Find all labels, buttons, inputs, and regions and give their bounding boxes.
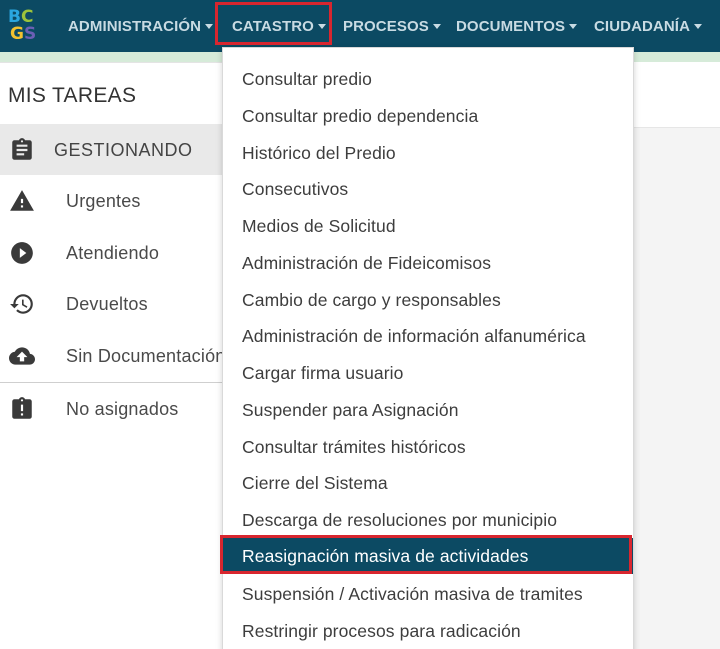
menu-item-consultar-predio[interactable]: Consultar predio xyxy=(223,61,633,97)
menu-item-consultar-predio-dependencia[interactable]: Consultar predio dependencia xyxy=(223,98,633,134)
caret-down-icon xyxy=(317,23,326,29)
menu-item-label: Histórico del Predio xyxy=(242,142,396,163)
menu-item-label: Medios de Solicitud xyxy=(242,215,396,236)
menu-item-label: Cargar firma usuario xyxy=(242,362,404,383)
sidebar-item-sin-documentacion[interactable]: Sin Documentación xyxy=(0,330,240,382)
logo-letter-s: S xyxy=(23,24,37,44)
sidebar-item-gestionando[interactable]: GESTIONANDO xyxy=(0,124,240,176)
menu-item-label: Restringir procesos para radicación xyxy=(242,620,521,641)
play-circle-icon xyxy=(11,242,33,264)
nav-documentos-label: DOCUMENTOS xyxy=(456,17,566,35)
main-content-area xyxy=(632,128,720,649)
menu-item-label: Cierre del Sistema xyxy=(242,472,388,493)
menu-item-descarga-resoluciones[interactable]: Descarga de resoluciones por municipio xyxy=(223,502,633,538)
menu-item-administracion-fideicomisos[interactable]: Administración de Fideicomisos xyxy=(223,245,633,281)
sidebar-item-urgentes[interactable]: Urgentes xyxy=(0,175,240,227)
nav-administracion-label: ADMINISTRACIÓN xyxy=(68,17,202,35)
sidebar-item-atendiendo[interactable]: Atendiendo xyxy=(0,227,240,279)
app-root: BC GS ADMINISTRACIÓN CATASTRO PROCESOS D… xyxy=(0,0,720,649)
menu-item-label: Reasignación masiva de actividades xyxy=(242,545,529,566)
menu-item-label: Suspender para Asignación xyxy=(242,399,459,420)
clipboard-icon xyxy=(12,138,32,160)
top-navbar: BC GS ADMINISTRACIÓN CATASTRO PROCESOS D… xyxy=(0,0,720,52)
menu-item-cierre-sistema[interactable]: Cierre del Sistema xyxy=(223,465,633,501)
caret-down-icon xyxy=(569,23,578,29)
menu-item-historico-predio[interactable]: Histórico del Predio xyxy=(223,135,633,171)
menu-item-label: Administración de información alfanuméri… xyxy=(242,325,586,346)
sidebar-item-label: Atendiendo xyxy=(66,242,160,263)
nav-documentos[interactable]: DOCUMENTOS xyxy=(456,0,578,52)
caret-down-icon xyxy=(694,23,702,29)
menu-item-suspension-activacion-masiva[interactable]: Suspensión / Activación masiva de tramit… xyxy=(223,576,633,612)
menu-item-consecutivos[interactable]: Consecutivos xyxy=(223,171,633,207)
nav-catastro[interactable]: CATASTRO xyxy=(232,0,326,52)
menu-item-suspender-asignacion[interactable]: Suspender para Asignación xyxy=(223,392,633,428)
menu-item-cargar-firma[interactable]: Cargar firma usuario xyxy=(223,355,633,391)
menu-item-label: Consultar trámites históricos xyxy=(242,436,466,457)
menu-item-cambio-cargo[interactable]: Cambio de cargo y responsables xyxy=(223,282,633,318)
clipboard-alert-icon xyxy=(12,397,32,419)
sidebar-item-devueltos[interactable]: Devueltos xyxy=(0,278,240,330)
history-icon xyxy=(10,294,33,314)
menu-item-label: Consultar predio xyxy=(242,68,373,89)
menu-item-consultar-tramites-historicos[interactable]: Consultar trámites históricos xyxy=(223,429,633,465)
menu-item-label: Suspensión / Activación masiva de tramit… xyxy=(242,583,583,604)
sidebar-item-label: Devueltos xyxy=(66,293,148,314)
menu-item-administracion-alfanumerica[interactable]: Administración de información alfanuméri… xyxy=(223,318,633,354)
nav-procesos-label: PROCESOS xyxy=(343,17,429,35)
sidebar-item-label: Urgentes xyxy=(66,190,141,211)
main-header xyxy=(632,62,720,128)
logo-letter-g: G xyxy=(10,24,24,44)
menu-item-label: Descarga de resoluciones por municipio xyxy=(242,509,558,530)
menu-item-label: Consecutivos xyxy=(242,178,349,199)
caret-down-icon xyxy=(205,23,214,29)
sidebar-item-no-asignados[interactable]: No asignados xyxy=(0,383,240,435)
menu-item-restringir-procesos[interactable]: Restringir procesos para radicación xyxy=(223,613,633,649)
sidebar-item-label: GESTIONANDO xyxy=(54,139,193,160)
nav-catastro-label: CATASTRO xyxy=(232,17,314,35)
nav-ciudadania-label: CIUDADANÍA xyxy=(594,17,690,35)
cloud-upload-icon xyxy=(9,347,35,365)
nav-ciudadania[interactable]: CIUDADANÍA xyxy=(594,0,702,52)
menu-item-medios-solicitud[interactable]: Medios de Solicitud xyxy=(223,208,633,244)
menu-item-label: Cambio de cargo y responsables xyxy=(242,289,501,310)
menu-item-label: Administración de Fideicomisos xyxy=(242,252,492,273)
bcgs-logo[interactable]: BC GS xyxy=(4,6,44,46)
menu-item-reasignacion-masiva[interactable]: Reasignación masiva de actividades xyxy=(223,538,633,574)
warning-icon xyxy=(10,190,34,211)
sidebar-item-label: Sin Documentación xyxy=(66,345,226,366)
nav-administracion[interactable]: ADMINISTRACIÓN xyxy=(68,0,214,52)
sidebar-item-label: No asignados xyxy=(66,398,179,419)
catastro-dropdown-menu: Consultar predio Consultar predio depend… xyxy=(222,47,634,649)
nav-procesos[interactable]: PROCESOS xyxy=(343,0,441,52)
caret-down-icon xyxy=(432,23,441,29)
menu-item-label: Consultar predio dependencia xyxy=(242,105,479,126)
sidebar-title: MIS TAREAS xyxy=(8,84,137,107)
